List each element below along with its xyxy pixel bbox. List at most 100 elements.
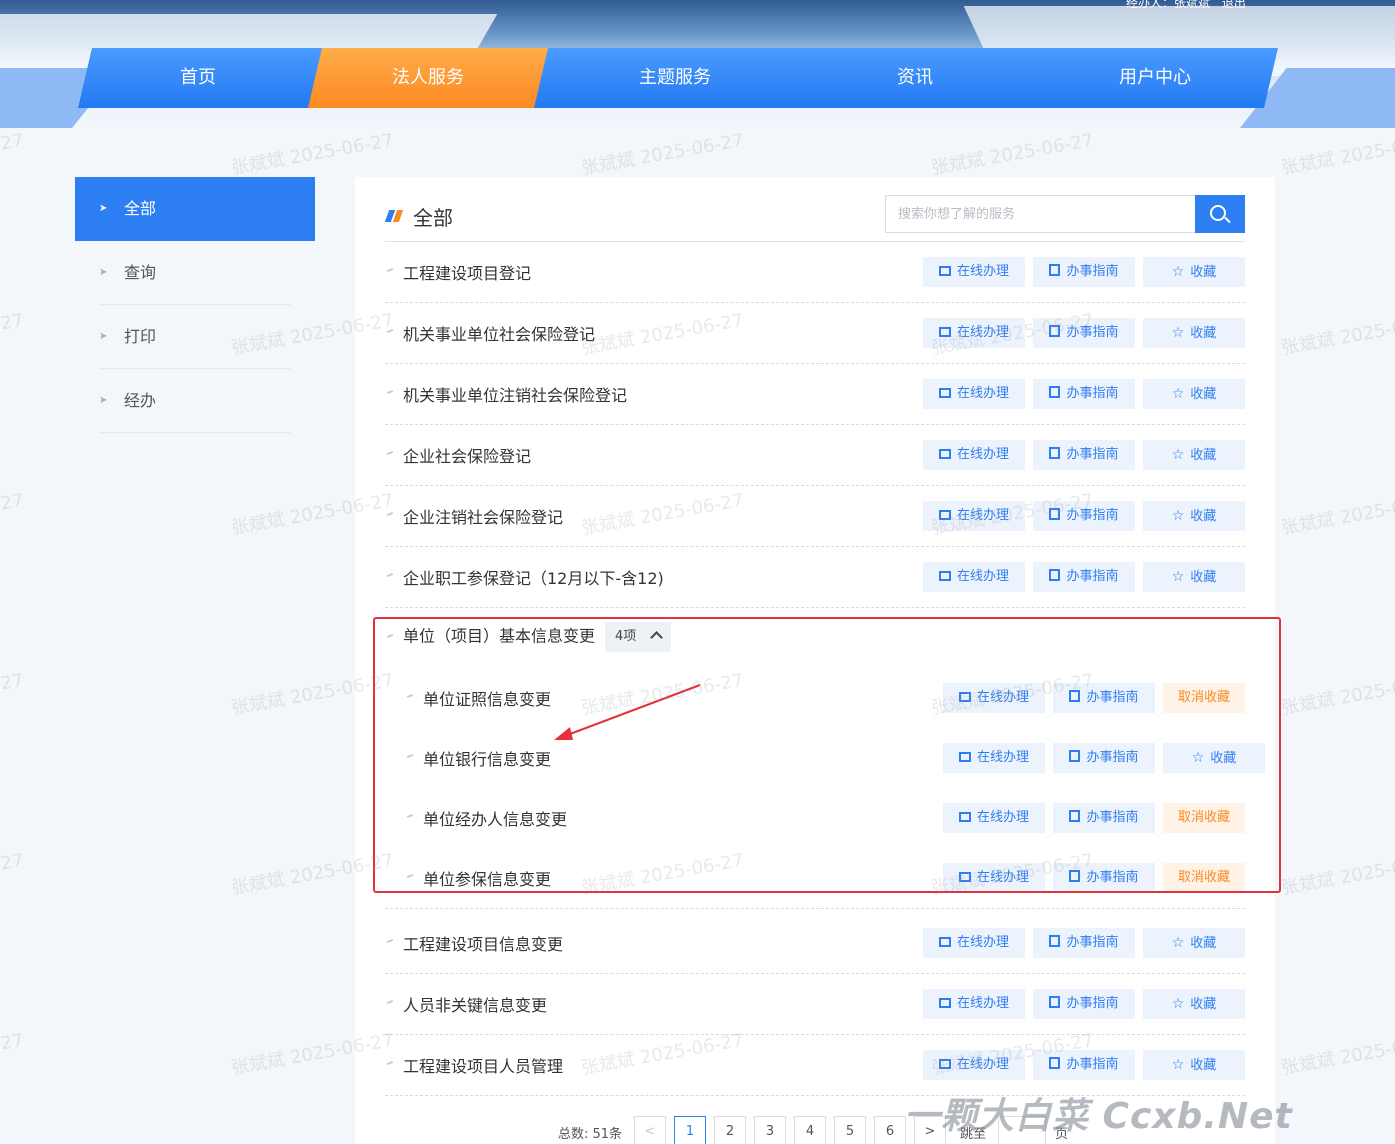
guide-button[interactable]: 办事指南 <box>1053 803 1155 833</box>
favorite-button[interactable]: ☆ 收藏 <box>1143 440 1245 470</box>
online-handle-button[interactable]: 在线办理 <box>923 501 1025 531</box>
favorite-button[interactable]: ☆ 收藏 <box>1143 562 1245 592</box>
guide-button[interactable]: 办事指南 <box>1053 863 1155 893</box>
service-row: 机关事业单位社会保险登记 在线办理 办事指南 ☆ 收藏 <box>385 303 1245 364</box>
document-icon <box>1069 690 1081 702</box>
online-handle-button[interactable]: 在线办理 <box>923 989 1025 1019</box>
divider <box>99 432 291 433</box>
document-icon <box>1049 264 1061 276</box>
prev-page-button[interactable]: < <box>634 1116 666 1144</box>
service-name-text: 单位（项目）基本信息变更 <box>403 626 596 646</box>
online-handle-button[interactable]: 在线办理 <box>923 379 1025 409</box>
guide-button[interactable]: 办事指南 <box>1033 562 1135 592</box>
guide-button[interactable]: 办事指南 <box>1053 743 1155 773</box>
guide-button[interactable]: 办事指南 <box>1033 928 1135 958</box>
favorite-button[interactable]: ☆ 收藏 <box>1143 989 1245 1019</box>
service-name-text: 人员非关键信息变更 <box>403 996 548 1015</box>
nav-user-center[interactable]: 用户中心 <box>1035 48 1275 108</box>
monitor-icon <box>938 510 951 520</box>
button-label: 在线办理 <box>956 935 1009 950</box>
service-name[interactable]: 单位（项目）基本信息变更 4项 <box>403 622 672 652</box>
guide-button[interactable]: 办事指南 <box>1033 989 1135 1019</box>
button-label: 收藏 <box>1190 1058 1217 1073</box>
online-handle-button[interactable]: 在线办理 <box>923 257 1025 287</box>
sidebar-item-all[interactable]: ➤ 全部 <box>75 177 315 241</box>
online-handle-button[interactable]: 在线办理 <box>923 1050 1025 1080</box>
nav-home[interactable]: 首页 <box>78 48 318 108</box>
online-handle-button[interactable]: 在线办理 <box>923 440 1025 470</box>
sidebar-item-query[interactable]: ➤ 查询 <box>75 241 315 305</box>
nav-legal-services[interactable]: 法人服务 <box>308 48 548 108</box>
bullet-icon <box>386 939 394 943</box>
sidebar-item-label: 经办 <box>124 391 157 410</box>
guide-button[interactable]: 办事指南 <box>1033 440 1135 470</box>
watermark-text: 张斌斌 2025-06-27 <box>1279 129 1395 180</box>
service-name[interactable]: 单位银行信息变更 <box>423 746 551 770</box>
service-name[interactable]: 工程建设项目人员管理 <box>403 1053 563 1077</box>
page-button[interactable]: 4 <box>794 1116 826 1144</box>
document-icon <box>1049 508 1061 520</box>
service-name[interactable]: 企业职工参保登记（12月以下-含12) <box>403 565 664 589</box>
sidebar-item-handle[interactable]: ➤ 经办 <box>75 369 315 433</box>
favorite-button[interactable]: ☆ 收藏 <box>1143 1050 1245 1080</box>
service-name[interactable]: 人员非关键信息变更 <box>403 992 547 1016</box>
online-handle-button[interactable]: 在线办理 <box>943 863 1045 893</box>
star-icon: ☆ <box>1171 1057 1185 1073</box>
top-user-bar: 经办人：张斌斌 退出 <box>1118 0 1246 11</box>
guide-button[interactable]: 办事指南 <box>1033 318 1135 348</box>
unfavorite-button[interactable]: 取消收藏 <box>1163 683 1245 713</box>
favorite-button[interactable]: ☆ 收藏 <box>1143 379 1245 409</box>
button-label: 办事指南 <box>1086 870 1139 885</box>
favorite-button[interactable]: ☆ 收藏 <box>1163 743 1265 773</box>
unfavorite-button[interactable]: 取消收藏 <box>1163 803 1245 833</box>
star-icon: ☆ <box>1171 569 1185 585</box>
favorite-button[interactable]: ☆ 收藏 <box>1143 928 1245 958</box>
service-name[interactable]: 工程建设项目信息变更 <box>403 931 563 955</box>
service-name[interactable]: 单位参保信息变更 <box>423 866 551 890</box>
service-name-text: 工程建设项目人员管理 <box>403 1057 564 1076</box>
button-label: 办事指南 <box>1066 447 1119 462</box>
bullet-icon <box>386 390 394 394</box>
service-name[interactable]: 机关事业单位社会保险登记 <box>403 321 595 345</box>
sidebar-item-print[interactable]: ➤ 打印 <box>75 305 315 369</box>
document-icon <box>1049 996 1061 1008</box>
online-handle-button[interactable]: 在线办理 <box>943 683 1045 713</box>
service-name[interactable]: 企业社会保险登记 <box>403 443 531 467</box>
monitor-icon <box>958 752 971 762</box>
guide-button[interactable]: 办事指南 <box>1033 257 1135 287</box>
guide-button[interactable]: 办事指南 <box>1033 1050 1135 1080</box>
guide-button[interactable]: 办事指南 <box>1033 501 1135 531</box>
page-button[interactable]: 1 <box>674 1116 706 1144</box>
service-name[interactable]: 企业注销社会保险登记 <box>403 504 563 528</box>
star-icon: ☆ <box>1171 508 1185 524</box>
page-button[interactable]: 5 <box>834 1116 866 1144</box>
service-name[interactable]: 机关事业单位注销社会保险登记 <box>403 382 627 406</box>
online-handle-button[interactable]: 在线办理 <box>923 318 1025 348</box>
nav-news[interactable]: 资讯 <box>795 48 1035 108</box>
page-button[interactable]: 6 <box>874 1116 906 1144</box>
page-button[interactable]: 3 <box>754 1116 786 1144</box>
monitor-icon <box>938 388 951 398</box>
search-input[interactable] <box>886 196 1196 232</box>
nav-theme-services[interactable]: 主题服务 <box>555 48 795 108</box>
favorite-button[interactable]: ☆ 收藏 <box>1143 318 1245 348</box>
service-name[interactable]: 单位经办人信息变更 <box>423 806 567 830</box>
unfavorite-button[interactable]: 取消收藏 <box>1163 863 1245 893</box>
favorite-button[interactable]: ☆ 收藏 <box>1143 501 1245 531</box>
star-icon: ☆ <box>1171 447 1185 463</box>
guide-button[interactable]: 办事指南 <box>1053 683 1155 713</box>
group-count-toggle[interactable]: 4项 <box>605 622 672 652</box>
online-handle-button[interactable]: 在线办理 <box>943 803 1045 833</box>
online-handle-button[interactable]: 在线办理 <box>923 928 1025 958</box>
bullet-icon <box>406 754 414 758</box>
search-button[interactable] <box>1195 195 1245 233</box>
logout-link[interactable]: 退出 <box>1222 0 1246 10</box>
online-handle-button[interactable]: 在线办理 <box>923 562 1025 592</box>
service-name[interactable]: 单位证照信息变更 <box>423 686 551 710</box>
guide-button[interactable]: 办事指南 <box>1033 379 1135 409</box>
favorite-button[interactable]: ☆ 收藏 <box>1143 257 1245 287</box>
page-button[interactable]: 2 <box>714 1116 746 1144</box>
online-handle-button[interactable]: 在线办理 <box>943 743 1045 773</box>
service-row: 企业职工参保登记（12月以下-含12) 在线办理 办事指南 ☆ 收藏 <box>385 547 1245 608</box>
service-name[interactable]: 工程建设项目登记 <box>403 260 531 284</box>
